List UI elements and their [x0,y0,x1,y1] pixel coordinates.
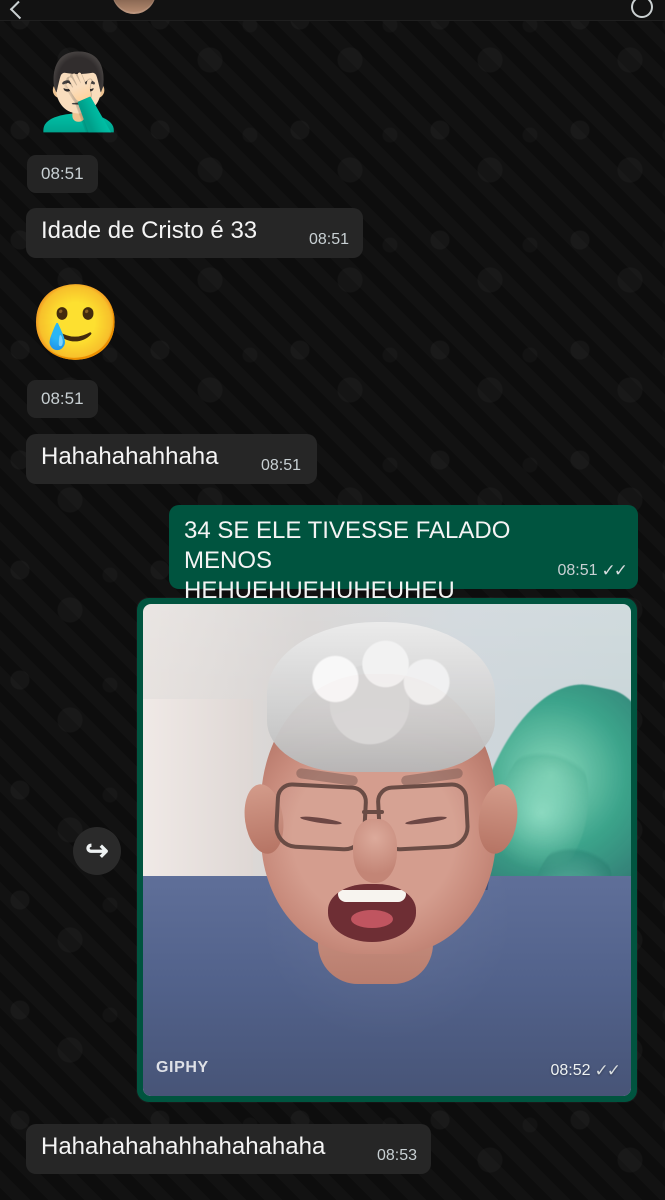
giphy-label: GIPHY [156,1059,209,1076]
message-time: 08:51 [557,562,598,579]
message-text: Hahahahahahhahahahaha [41,1133,326,1160]
tearful-smile-emoji: 🥲 [29,281,123,364]
laughing-mouth [328,884,416,942]
emoji-message-tearful: 🥲 [29,283,123,377]
chat-header [0,0,665,21]
chat-thread: 🤦🏻‍♂️ 08:51 Idade de Cristo é 33 08:51 🥲… [0,0,665,1200]
emoji-time-1: 08:51 [27,155,98,193]
contact-avatar[interactable] [112,0,156,14]
person-hair [267,622,495,772]
call-icon[interactable] [631,0,653,18]
incoming-message-1: Idade de Cristo é 33 08:51 [26,208,363,258]
outgoing-message-1: 34 SE ELE TIVESSE FALADO MENOS HEHUEHUEH… [169,505,638,604]
double-check-icon: ✓✓ [594,1061,621,1080]
message-time: 08:51 [260,457,301,474]
gif-preview[interactable]: GIPHY 08:52 ✓✓ [143,604,631,1096]
emoji-message-facepalm: 🤦🏻‍♂️ [31,52,127,148]
double-check-icon: ✓✓ [601,561,628,580]
incoming-message-3: Hahahahahahhahahahaha 08:53 [26,1124,431,1174]
back-arrow-icon[interactable] [9,0,29,20]
message-text: Idade de Cristo é 33 [41,217,258,244]
message-text: 34 SE ELE TIVESSE FALADO MENOS HEHUEHUEH… [184,517,511,604]
message-time: 08:52 [550,1062,591,1079]
message-text: Hahahahahhaha [41,443,219,470]
gif-message[interactable]: GIPHY 08:52 ✓✓ [137,598,637,1102]
gif-message-meta: 08:52 ✓✓ [550,1061,621,1080]
emoji-time-2: 08:51 [27,380,98,418]
message-time: 08:51 [308,231,349,248]
forward-icon[interactable]: ↪ [73,827,121,875]
glasses-bridge [362,810,384,814]
incoming-message-2: Hahahahahhaha 08:51 [26,434,317,484]
facepalm-emoji: 🤦🏻‍♂️ [32,50,126,133]
message-meta: 08:51 ✓✓ [557,561,628,580]
person-nose [353,819,397,883]
message-time: 08:53 [376,1147,417,1164]
